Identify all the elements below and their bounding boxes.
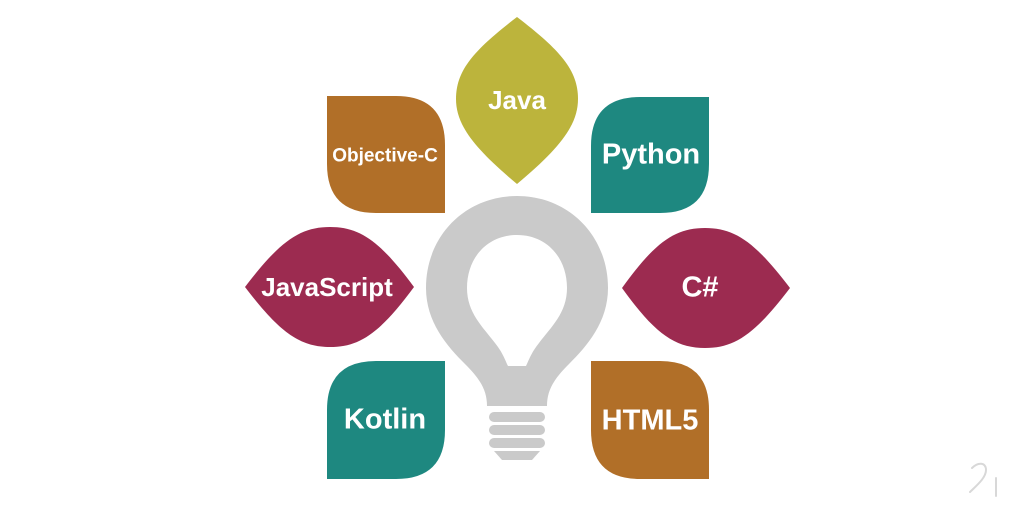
lightbulb-icon (426, 196, 608, 460)
languages-diagram: Java Python C# HTML5 Kotlin JavaScript O… (0, 0, 1024, 512)
petal-label-objective-c: Objective-C (332, 145, 438, 167)
petal-label-python: Python (601, 138, 701, 171)
petal-label-html5: HTML5 (601, 404, 699, 437)
petal-label-javascript: JavaScript (261, 272, 393, 302)
petal-label-java: Java (488, 85, 546, 115)
watermark-mark (969, 462, 997, 497)
diagram-canvas (245, 17, 997, 497)
petal-label-csharp: C# (681, 271, 719, 304)
petal-label-kotlin: Kotlin (343, 403, 427, 436)
